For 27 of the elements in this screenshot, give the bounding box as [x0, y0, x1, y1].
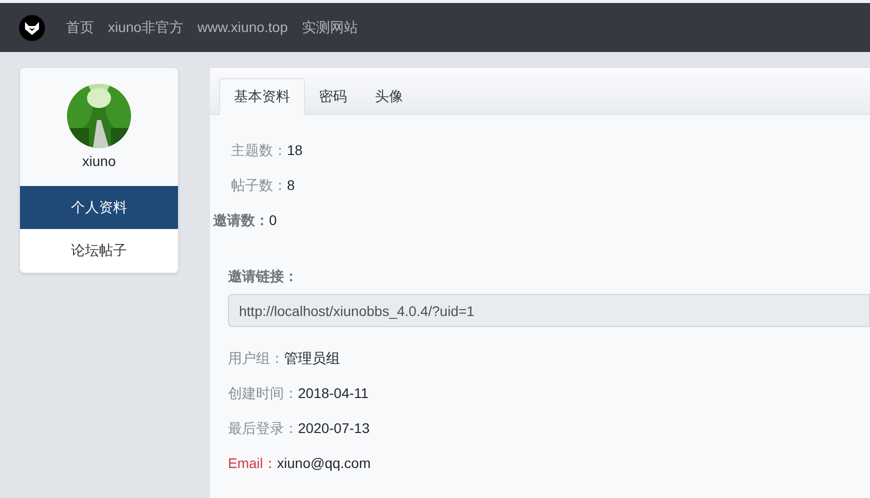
tab[interactable]: 基本资料 [219, 78, 305, 115]
field-label: 帖子数： [230, 176, 287, 195]
nav-link[interactable]: xiuno非官方 [108, 17, 184, 38]
logo-icon[interactable] [19, 14, 45, 40]
field-value: 8 [287, 176, 295, 195]
field-label: 主题数： [230, 141, 287, 160]
field-value: xiuno@qq.com [277, 454, 371, 473]
field-label: 用户组： [227, 349, 284, 368]
nav-link[interactable]: 实测网站 [302, 17, 358, 38]
field-label: 最后登录： [227, 419, 298, 438]
username: xiuno [82, 152, 116, 171]
invite-link-label: 邀请链接： [228, 267, 298, 286]
field-value: 2018-04-11 [298, 384, 369, 403]
field-value: 管理员组 [284, 349, 340, 368]
nav-link[interactable]: www.xiuno.top [197, 17, 288, 38]
field-label: Email： [227, 454, 278, 473]
profile-menu-item[interactable]: 个人资料 [20, 186, 178, 229]
tab[interactable]: 头像 [361, 78, 417, 115]
profile-menu-item[interactable]: 论坛帖子 [20, 229, 178, 272]
nav-link[interactable]: 首页 [66, 17, 94, 38]
field-value: 0 [269, 211, 277, 230]
field-value: 18 [287, 141, 303, 160]
invite-link-field[interactable]: http://localhost/xiunobbs_4.0.4/?uid=1 [228, 294, 870, 327]
tab[interactable]: 密码 [305, 78, 361, 115]
field-label: 创建时间： [227, 384, 298, 403]
field-value: 2020-07-13 [298, 419, 370, 438]
field-label: 邀请数： [213, 211, 269, 230]
